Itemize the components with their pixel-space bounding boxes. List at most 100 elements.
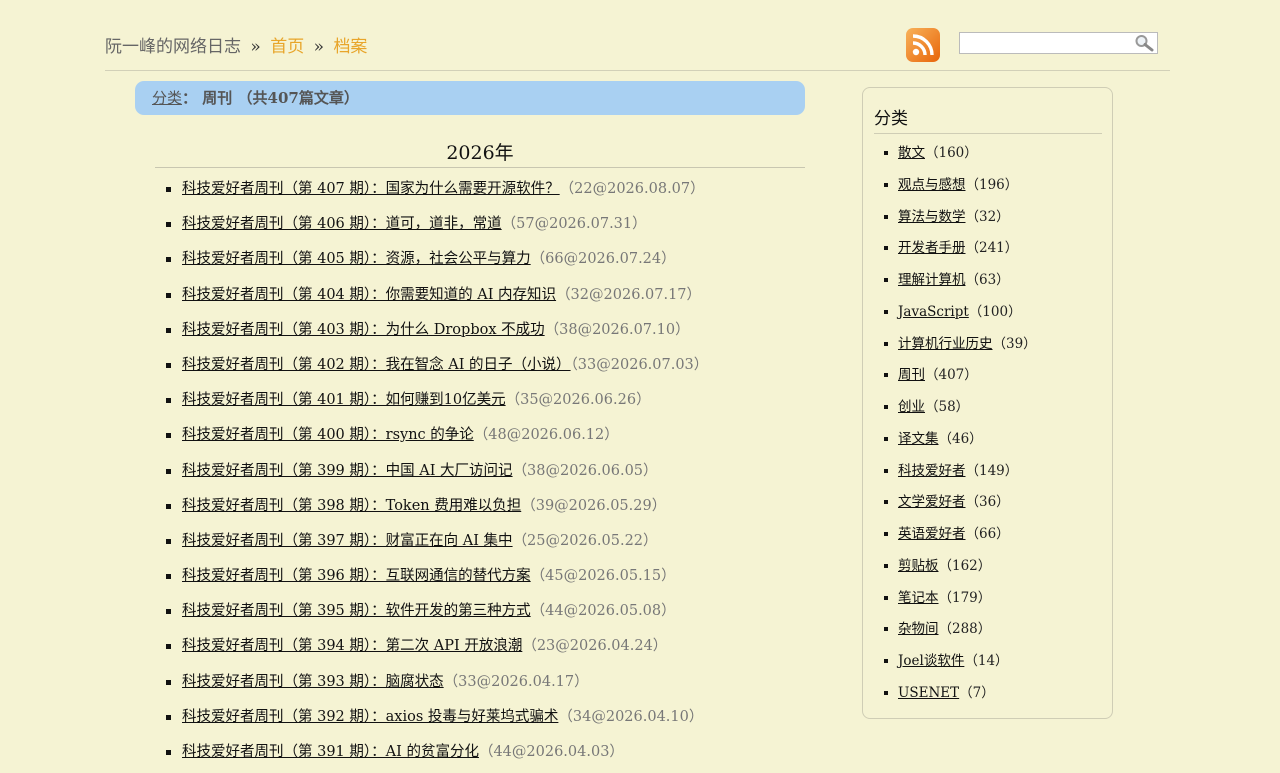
article-link[interactable]: 科技爱好者周刊（第 392 期）：axios 投毒与好莱坞式骗术 [182, 709, 558, 725]
sidebar-category-count: （46） [938, 430, 983, 447]
breadcrumb-separator: » [250, 37, 261, 57]
sidebar-category-link[interactable]: 散文 [898, 145, 925, 161]
breadcrumb-archive-link[interactable]: 档案 [333, 37, 367, 57]
sidebar-category-count: （39） [992, 335, 1037, 352]
article-link[interactable]: 科技爱好者周刊（第 396 期）：互联网通信的替代方案 [182, 568, 531, 584]
sidebar-category-item: 周刊（407） [874, 360, 1037, 392]
breadcrumb-home-link[interactable]: 首页 [270, 37, 304, 57]
sidebar-category-count: （36） [965, 494, 1010, 511]
search-icon[interactable] [1134, 34, 1154, 56]
article-link[interactable]: 科技爱好者周刊（第 397 期）：财富正在向 AI 集中 [182, 533, 513, 549]
sidebar-category-count: （160） [925, 145, 978, 161]
sidebar-category-item: 观点与感想（196） [874, 170, 1037, 202]
year-divider [155, 167, 805, 168]
article-meta: （35@2026.06.26） [505, 392, 651, 409]
list-item: 科技爱好者周刊（第 397 期）：财富正在向 AI 集中（25@2026.05.… [155, 527, 708, 562]
article-meta: （48@2026.06.12） [473, 427, 619, 444]
list-item: 科技爱好者周刊（第 392 期）：axios 投毒与好莱坞式骗术（34@2026… [155, 703, 708, 738]
article-link[interactable]: 科技爱好者周刊（第 407 期）：国家为什么需要开源软件？ [182, 181, 560, 197]
sidebar-category-link[interactable]: 文学爱好者 [898, 494, 966, 510]
list-item: 科技爱好者周刊（第 401 期）：如何赚到10亿美元（35@2026.06.26… [155, 386, 708, 421]
sidebar-category-count: （66） [965, 526, 1010, 542]
sidebar-category-item: Joel谈软件（14） [874, 646, 1037, 678]
article-meta: （23@2026.04.24） [522, 638, 668, 655]
article-meta: （38@2026.07.10） [544, 321, 690, 338]
sidebar-category-link[interactable]: 剪贴板 [898, 558, 939, 574]
sidebar-category-link[interactable]: 算法与数学 [898, 209, 966, 225]
article-link[interactable]: 科技爱好者周刊（第 398 期）：Token 费用难以负担 [182, 498, 521, 514]
article-list: 科技爱好者周刊（第 407 期）：国家为什么需要开源软件？（22@2026.08… [155, 175, 708, 773]
category-link[interactable]: 分类 [152, 89, 182, 107]
sidebar-category-item: 文学爱好者（36） [874, 487, 1037, 519]
sidebar-category-link[interactable]: 理解计算机 [898, 272, 966, 288]
sidebar-category-link[interactable]: JavaScript [898, 304, 969, 320]
sidebar-category-item: 剪贴板（162） [874, 551, 1037, 583]
sidebar-category-item: 笔记本（179） [874, 583, 1037, 615]
list-item: 科技爱好者周刊（第 393 期）：脑腐状态（33@2026.04.17） [155, 668, 708, 703]
sidebar-category-link[interactable]: 创业 [898, 399, 925, 415]
sidebar-category-link[interactable]: 周刊 [898, 367, 925, 383]
sidebar-category-link[interactable]: USENET [898, 685, 959, 701]
article-meta: （33@2026.07.03） [570, 356, 709, 373]
article-link[interactable]: 科技爱好者周刊（第 395 期）：软件开发的第三种方式 [182, 603, 531, 619]
sidebar-title: 分类 [874, 109, 908, 129]
article-meta: （34@2026.04.10） [558, 708, 704, 725]
sidebar-category-item: 科技爱好者（149） [874, 456, 1037, 488]
search-input[interactable] [960, 34, 1138, 54]
list-item: 科技爱好者周刊（第 403 期）：为什么 Dropbox 不成功（38@2026… [155, 316, 708, 351]
article-meta: （22@2026.08.07） [559, 181, 705, 197]
article-meta: （45@2026.05.15） [530, 568, 676, 585]
sidebar-category-link[interactable]: 计算机行业历史 [898, 336, 993, 352]
sidebar-category-link[interactable]: 观点与感想 [898, 177, 966, 193]
sidebar-category-link[interactable]: 开发者手册 [898, 240, 966, 256]
sidebar-category-item: JavaScript（100） [874, 297, 1037, 329]
list-item: 科技爱好者周刊（第 396 期）：互联网通信的替代方案（45@2026.05.1… [155, 562, 708, 597]
sidebar-category-link[interactable]: 译文集 [898, 431, 939, 447]
sidebar-category-count: （63） [965, 272, 1010, 288]
article-link[interactable]: 科技爱好者周刊（第 393 期）：脑腐状态 [182, 674, 444, 690]
article-link[interactable]: 科技爱好者周刊（第 404 期）：你需要知道的 AI 内存知识 [182, 287, 556, 303]
article-link[interactable]: 科技爱好者周刊（第 399 期）：中国 AI 大厂访问记 [182, 463, 513, 479]
sidebar-category-count: （162） [938, 557, 992, 574]
article-meta: （38@2026.06.05） [512, 462, 658, 479]
list-item: 科技爱好者周刊（第 407 期）：国家为什么需要开源软件？（22@2026.08… [155, 175, 708, 210]
site-header: 阮一峰的网络日志 » 首页 » 档案 [105, 26, 1170, 70]
article-link[interactable]: 科技爱好者周刊（第 401 期）：如何赚到10亿美元 [182, 392, 506, 408]
sidebar-category-count: （407） [925, 367, 978, 384]
article-link[interactable]: 科技爱好者周刊（第 403 期）：为什么 Dropbox 不成功 [182, 322, 545, 338]
article-meta: （66@2026.07.24） [530, 251, 676, 268]
sidebar-category-count: （179） [938, 589, 992, 606]
list-item: 科技爱好者周刊（第 394 期）：第二次 API 开放浪潮（23@2026.04… [155, 632, 708, 667]
category-list: 散文（160） 观点与感想（196） 算法与数学（32） 开发者手册（241） 理解计算… [874, 138, 1037, 710]
sidebar-category-link[interactable]: 英语爱好者 [898, 526, 966, 542]
article-link[interactable]: 科技爱好者周刊（第 394 期）：第二次 API 开放浪潮 [182, 638, 522, 654]
sidebar-category-link[interactable]: 笔记本 [898, 590, 939, 606]
category-bar: 分类： 周刊 （共407篇文章） [135, 81, 805, 115]
article-link[interactable]: 科技爱好者周刊（第 406 期）：道可，道非，常道 [182, 216, 502, 232]
article-meta: （44@2026.05.08） [530, 603, 676, 620]
rss-icon[interactable] [906, 28, 940, 62]
sidebar-category-link[interactable]: Joel谈软件 [898, 653, 964, 669]
category-sidebar: 分类 散文（160） 观点与感想（196） 算法与数学（32） 开发者手册（241）理… [862, 87, 1113, 719]
sidebar-category-item: 杂物间（288） [874, 614, 1037, 646]
sidebar-category-item: 理解计算机（63） [874, 265, 1037, 297]
article-link[interactable]: 科技爱好者周刊（第 391 期）：AI 的贫富分化 [182, 744, 479, 760]
sidebar-category-count: （32） [965, 208, 1010, 225]
article-meta: （44@2026.04.03） [478, 744, 624, 760]
article-link[interactable]: 科技爱好者周刊（第 405 期）：资源，社会公平与算力 [182, 251, 531, 267]
article-meta: （33@2026.04.17） [443, 673, 589, 690]
article-link[interactable]: 科技爱好者周刊（第 400 期）：rsync 的争论 [182, 427, 474, 443]
sidebar-category-count: （14） [964, 653, 1009, 669]
sidebar-category-item: 计算机行业历史（39） [874, 329, 1037, 361]
article-meta: （57@2026.07.31） [501, 216, 647, 233]
site-title[interactable]: 阮一峰的网络日志 [105, 37, 241, 57]
sidebar-category-item: 译文集（46） [874, 424, 1037, 456]
category-colon: ： [182, 89, 198, 107]
sidebar-category-item: 英语爱好者（66） [874, 519, 1037, 551]
sidebar-category-count: （288） [938, 621, 992, 638]
sidebar-category-link[interactable]: 科技爱好者 [898, 463, 966, 479]
header-divider [105, 70, 1170, 71]
article-link[interactable]: 科技爱好者周刊（第 402 期）：我在智念 AI 的日子（小说） [182, 357, 571, 373]
sidebar-category-link[interactable]: 杂物间 [898, 621, 939, 637]
breadcrumb: 阮一峰的网络日志 » 首页 » 档案 [105, 32, 367, 57]
